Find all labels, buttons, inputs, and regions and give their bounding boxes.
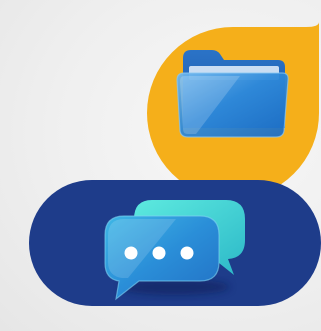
typing-dot-2 — [152, 246, 166, 260]
typing-dot-1 — [124, 246, 138, 260]
folder-icon — [176, 50, 289, 138]
typing-dot-3 — [180, 246, 194, 260]
illustration-svg — [29, 22, 321, 306]
illustration-canvas — [0, 0, 321, 331]
